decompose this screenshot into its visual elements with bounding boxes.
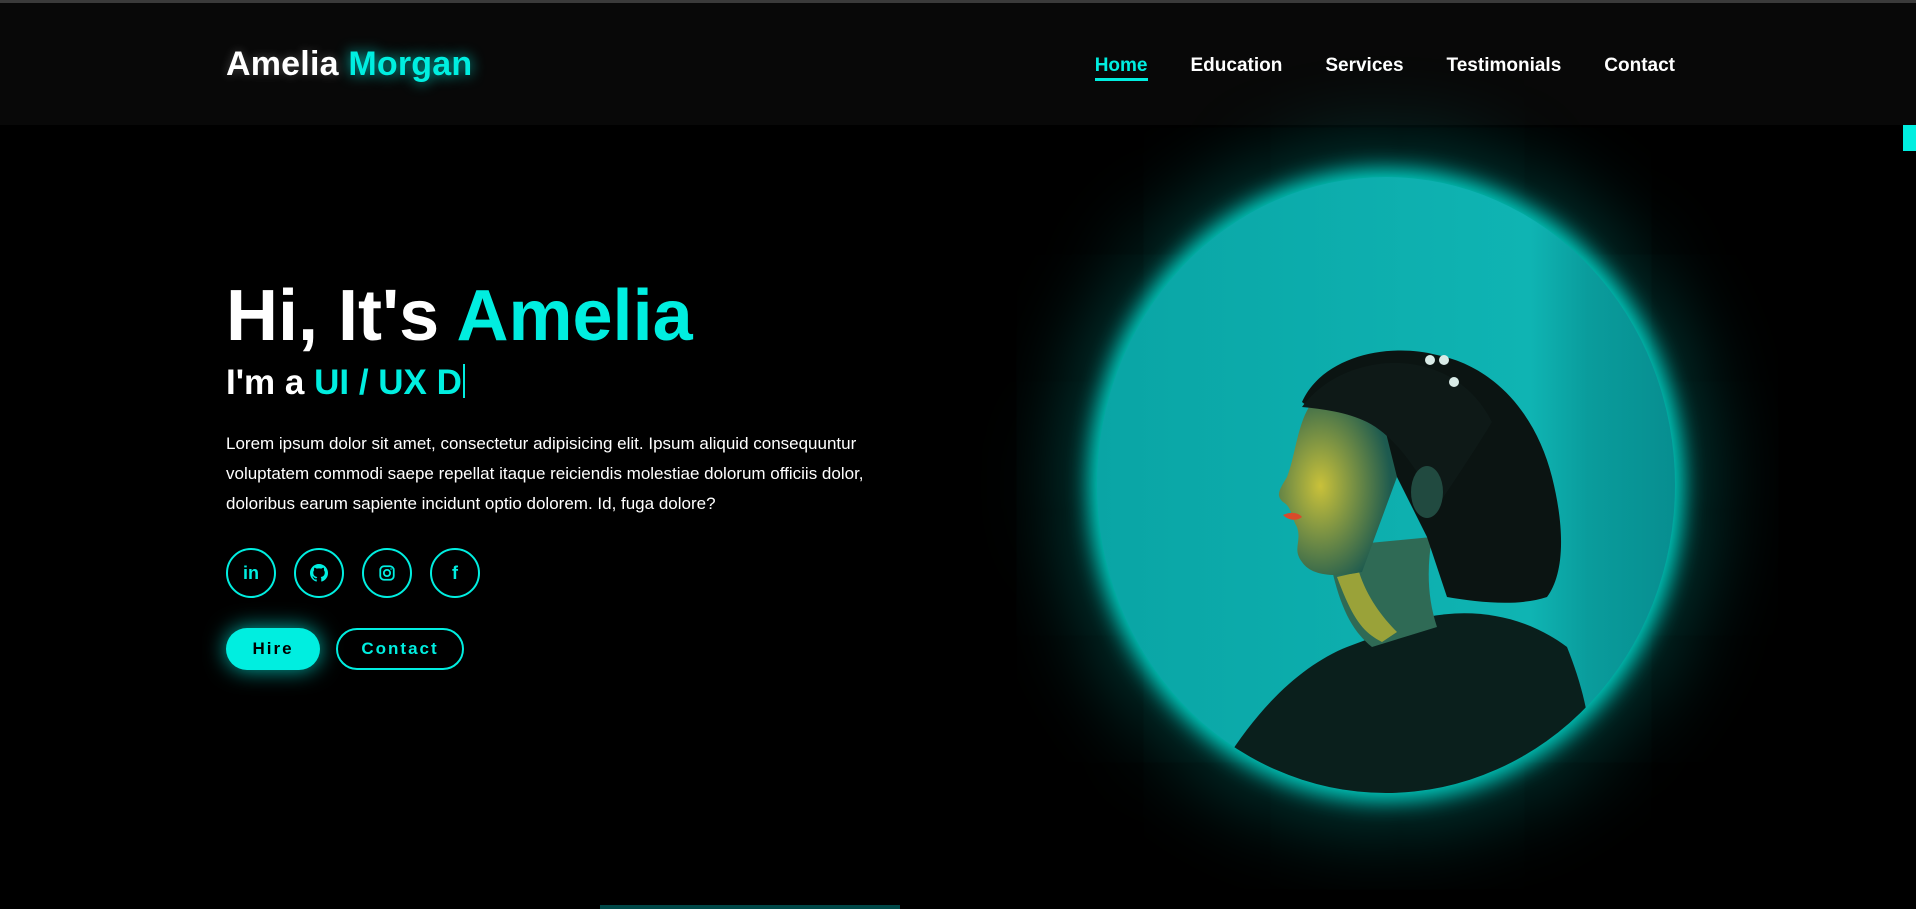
site-header: Amelia Morgan Home Education Services Te… <box>0 3 1916 125</box>
hire-button[interactable]: Hire <box>226 628 320 670</box>
nav-education[interactable]: Education <box>1191 55 1283 81</box>
role-prefix: I'm a <box>226 363 305 402</box>
profile-photo-illustration <box>1097 177 1675 793</box>
hero-buttons: Hire Contact <box>226 628 464 670</box>
github-icon[interactable] <box>294 548 344 598</box>
nav-services[interactable]: Services <box>1325 55 1403 81</box>
instagram-icon[interactable] <box>362 548 412 598</box>
nav-home[interactable]: Home <box>1094 55 1148 81</box>
nav-testimonials[interactable]: Testimonials <box>1447 55 1562 81</box>
role-typed-text: UI / UX D <box>314 363 462 402</box>
hero-heading: Hi, It's Amelia <box>226 280 926 352</box>
facebook-glyph: f <box>452 562 458 583</box>
logo-first-name: Amelia <box>226 45 339 83</box>
logo[interactable]: Amelia Morgan <box>226 45 472 84</box>
profile-photo <box>1097 177 1675 793</box>
section-divider <box>600 905 900 909</box>
facebook-icon[interactable]: f <box>430 548 480 598</box>
social-links: in f <box>226 548 480 598</box>
hero-greeting: Hi, It's <box>226 276 440 356</box>
logo-last-name: Morgan <box>348 45 473 83</box>
contact-button[interactable]: Contact <box>336 628 464 670</box>
github-glyph <box>310 564 328 582</box>
instagram-glyph <box>379 565 395 581</box>
hero-role: I'm a UI / UX D <box>226 363 926 403</box>
hero-name: Amelia <box>456 276 693 356</box>
hero-text: Hi, It's Amelia I'm a UI / UX D Lorem ip… <box>226 280 926 519</box>
typing-cursor <box>462 364 465 398</box>
linkedin-icon[interactable]: in <box>226 548 276 598</box>
hero-description: Lorem ipsum dolor sit amet, consectetur … <box>226 433 864 513</box>
nav-contact[interactable]: Contact <box>1604 55 1675 81</box>
main-nav: Home Education Services Testimonials Con… <box>1094 55 1675 81</box>
linkedin-glyph: in <box>243 562 259 583</box>
